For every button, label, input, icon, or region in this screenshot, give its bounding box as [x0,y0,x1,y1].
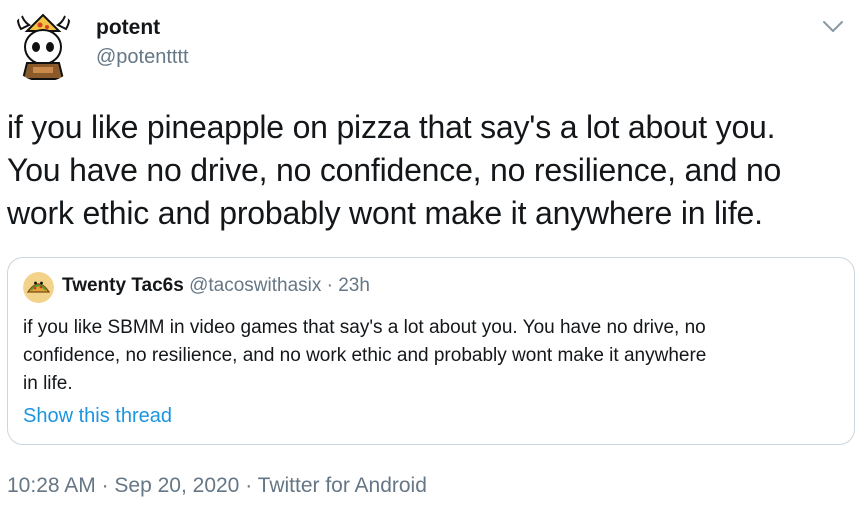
tweet-metadata: 10:28 AM · Sep 20, 2020 · Twitter for An… [7,474,427,498]
tweet-text: if you like pineapple on pizza that say'… [7,106,857,235]
show-this-thread-link[interactable]: Show this thread [23,405,172,428]
tweet-time[interactable]: 10:28 AM [7,474,96,497]
quoted-author-display-name: Twenty Tac6s [62,275,184,296]
tweet-date[interactable]: Sep 20, 2020 [114,474,239,497]
tweet-text-line: work ethic and probably wont make it any… [7,195,763,231]
separator: · [239,474,258,497]
tweet-text-line: if you like pineapple on pizza that say'… [7,109,776,145]
quoted-text-line: if you like SBMM in video games that say… [23,317,706,338]
tweet: potent @potentttt if you like pineapple … [0,0,865,507]
quoted-text-line: in life. [23,373,73,394]
quoted-tweet-header: Twenty Tac6s @tacoswithasix · 23h [62,275,370,297]
separator: · [95,474,115,497]
taco-avatar-icon [23,272,54,303]
quoted-tweet-card[interactable]: Twenty Tac6s @tacoswithasix · 23h if you… [7,257,855,445]
quoted-author-handle-time: @tacoswithasix · 23h [183,275,370,296]
tweet-text-line: You have no drive, no confidence, no res… [7,152,782,188]
quoted-text-line: confidence, no resilience, and no work e… [23,345,707,366]
quoted-author-avatar[interactable] [23,272,54,303]
author-handle[interactable]: @potentttt [96,46,189,69]
viking-pizza-mascot-icon [17,11,70,80]
quoted-tweet-text: if you like SBMM in video games that say… [23,314,843,398]
chevron-down-icon [823,21,843,32]
tweet-menu-button[interactable] [818,14,848,40]
author-avatar[interactable] [7,9,80,82]
tweet-source[interactable]: Twitter for Android [258,474,427,497]
author-display-name[interactable]: potent [96,16,160,40]
